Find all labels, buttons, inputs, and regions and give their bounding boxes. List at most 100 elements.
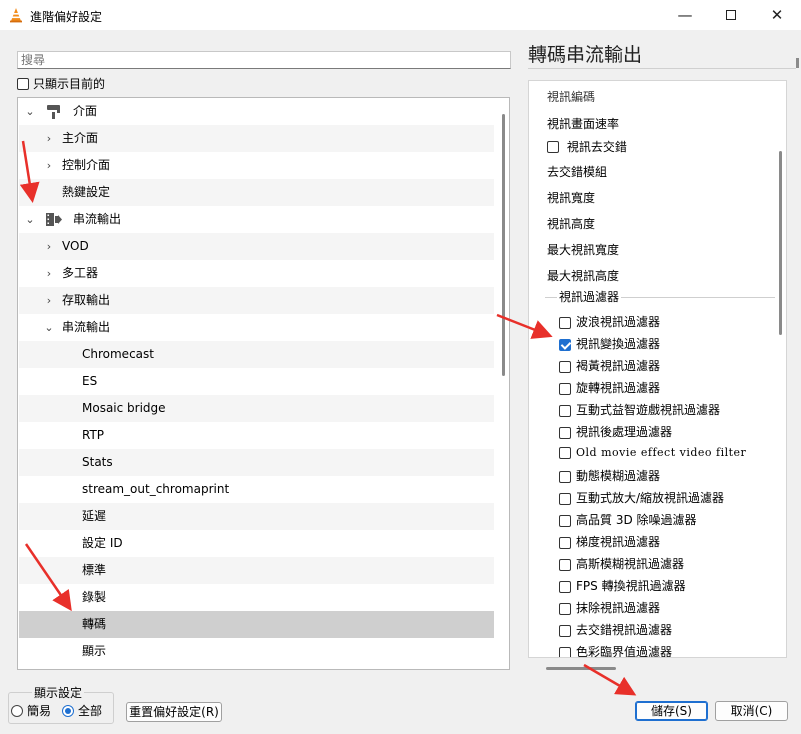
filter-deinterlace[interactable]: 去交錯視訊過濾器 (559, 621, 672, 638)
filter-fps[interactable]: FPS 轉換視訊過濾器 (559, 577, 686, 594)
filter-label: 抹除視訊過濾器 (576, 601, 661, 615)
video-deinterlace-toggle[interactable]: 視訊去交錯 (547, 138, 627, 155)
tree-item-chromecast[interactable]: Chromecast (19, 341, 494, 368)
panel-scrollbar-thumb[interactable] (779, 151, 782, 335)
radio-all[interactable] (62, 704, 74, 717)
filter-label: Old movie effect video filter (576, 446, 747, 459)
tree-item-stats[interactable]: Stats (19, 449, 494, 476)
filter-motion-blur[interactable]: 動態模糊過濾器 (559, 467, 660, 484)
filter-label: 動態模糊過濾器 (576, 469, 661, 483)
settings-panel[interactable]: 視訊編碼 視訊畫面速率 視訊去交錯 去交錯模組 視訊寬度 視訊高度 最大視訊寬度… (528, 80, 787, 658)
panel-item-partial: 視訊編碼 (547, 90, 596, 102)
tree-item-control-interface[interactable]: › 控制介面 (19, 152, 494, 179)
search-input[interactable] (17, 51, 511, 69)
filter-checkbox[interactable] (559, 360, 571, 373)
radio-simple[interactable] (11, 704, 23, 717)
outer-scrollbar-thumb[interactable] (796, 58, 799, 68)
chevron-right-icon[interactable]: › (43, 233, 55, 260)
chevron-right-icon[interactable]: › (43, 125, 55, 152)
tree-item-mosaic-bridge[interactable]: Mosaic bridge (19, 395, 494, 422)
maximize-button[interactable] (708, 0, 754, 30)
tree-item-vod[interactable]: › VOD (19, 233, 494, 260)
preferences-tree[interactable]: ⌄ 介面 › 主介面 › 控制介面 熱鍵設定 ⌄ 串流輸出 › VOD › 多工… (17, 97, 510, 670)
video-deinterlace-label: 視訊去交錯 (566, 140, 627, 154)
filter-gradient[interactable]: 梯度視訊過濾器 (559, 533, 660, 550)
filter-postproc[interactable]: 視訊後處理過濾器 (559, 423, 672, 440)
panel-horizontal-scrollbar[interactable] (546, 667, 616, 670)
filter-label: 波浪視訊過濾器 (576, 315, 661, 329)
tree-item-chromaprint[interactable]: stream_out_chromaprint (19, 476, 494, 503)
tree-item-label: 存取輸出 (62, 293, 111, 307)
filter-puzzle[interactable]: 互動式益智遊戲視訊過濾器 (559, 401, 720, 418)
tree-item-transcode[interactable]: 轉碼 (19, 611, 494, 638)
radio-simple-label: 簡易 (27, 704, 52, 718)
tree-item-label: 介面 (73, 104, 98, 118)
tree-scrollbar-thumb[interactable] (502, 114, 505, 376)
display-simple-option[interactable]: 簡易 (11, 702, 51, 719)
tree-item-stream-output[interactable]: ⌄ 串流輸出 (19, 206, 494, 233)
tree-item-muxers[interactable]: › 多工器 (19, 260, 494, 287)
filter-sepia[interactable]: 褐黃視訊過濾器 (559, 357, 660, 374)
filter-checkbox[interactable] (559, 382, 571, 395)
only-current-toggle[interactable]: 只顯示目前的 (17, 75, 105, 92)
tree-item-standard[interactable]: 標準 (19, 557, 494, 584)
filter-checkbox[interactable] (559, 646, 571, 657)
filter-gaussian-blur[interactable]: 高斯模糊視訊過濾器 (559, 555, 684, 572)
filter-zoom[interactable]: 互動式放大/縮放視訊過濾器 (559, 489, 724, 506)
tree-item-set-id[interactable]: 設定 ID (19, 530, 494, 557)
filter-checkbox[interactable] (559, 602, 571, 615)
tree-item-sout-stream[interactable]: ⌄ 串流輸出 (19, 314, 494, 341)
max-video-height-label: 最大視訊高度 (547, 269, 620, 283)
filter-checkbox[interactable] (559, 446, 571, 459)
tree-item-hotkeys[interactable]: 熱鍵設定 (19, 179, 494, 206)
filter-hqdn3d[interactable]: 高品質 3D 除噪過濾器 (559, 511, 697, 528)
filter-wave[interactable]: 波浪視訊過濾器 (559, 313, 660, 330)
tree-item-es[interactable]: ES (19, 368, 494, 395)
chevron-down-icon[interactable]: ⌄ (24, 98, 36, 125)
filter-rotate[interactable]: 旋轉視訊過濾器 (559, 379, 660, 396)
tree-item-label: ES (82, 374, 98, 388)
filter-checkbox[interactable] (559, 404, 571, 417)
tree-item-rtp[interactable]: RTP (19, 422, 494, 449)
only-current-checkbox[interactable] (17, 77, 29, 90)
chevron-down-icon[interactable]: ⌄ (24, 206, 36, 233)
tree-item-label: 熱鍵設定 (62, 185, 111, 199)
filter-checkbox[interactable] (559, 536, 571, 549)
video-deinterlace-checkbox[interactable] (547, 140, 559, 153)
tree-item-label: 主介面 (62, 131, 99, 145)
tree-item-display[interactable]: 顯示 (19, 638, 494, 665)
filter-old-movie[interactable]: Old movie effect video filter (559, 445, 746, 459)
tree-item-main-interface[interactable]: › 主介面 (19, 125, 494, 152)
filter-checkbox[interactable] (559, 580, 571, 593)
reset-preferences-button[interactable]: 重置偏好設定(R) (126, 702, 222, 722)
filter-label: FPS 轉換視訊過濾器 (576, 579, 686, 593)
chevron-right-icon[interactable]: › (43, 260, 55, 287)
tree-item-label: RTP (82, 428, 105, 442)
filter-transform[interactable]: 視訊變換過濾器 (559, 335, 660, 352)
filter-checkbox[interactable] (559, 514, 571, 527)
tree-item-record[interactable]: 錄製 (19, 584, 494, 611)
filter-checkbox[interactable] (559, 492, 571, 505)
chevron-right-icon[interactable]: › (43, 287, 55, 314)
display-all-option[interactable]: 全部 (62, 702, 102, 719)
close-button[interactable]: ✕ (754, 0, 800, 30)
tree-item-interface[interactable]: ⌄ 介面 (19, 98, 494, 125)
filter-checkbox[interactable] (559, 558, 571, 571)
filter-checkbox[interactable] (559, 426, 571, 439)
filter-erase[interactable]: 抹除視訊過濾器 (559, 599, 660, 616)
filter-checkbox[interactable] (559, 470, 571, 483)
panel-title: 轉碼串流輸出 (528, 44, 643, 66)
interface-icon (47, 105, 60, 119)
tree-item-label: 延遲 (82, 509, 107, 523)
minimize-button[interactable]: — (662, 0, 708, 30)
filter-checkbox[interactable] (559, 338, 571, 351)
tree-item-access-output[interactable]: › 存取輸出 (19, 287, 494, 314)
filter-checkbox[interactable] (559, 316, 571, 329)
cancel-button[interactable]: 取消(C) (715, 701, 788, 721)
save-button[interactable]: 儲存(S) (635, 701, 708, 721)
filter-color-threshold[interactable]: 色彩臨界值過濾器 (559, 643, 672, 657)
filter-checkbox[interactable] (559, 624, 571, 637)
chevron-down-icon[interactable]: ⌄ (43, 314, 55, 341)
tree-item-delay[interactable]: 延遲 (19, 503, 494, 530)
chevron-right-icon[interactable]: › (43, 152, 55, 179)
